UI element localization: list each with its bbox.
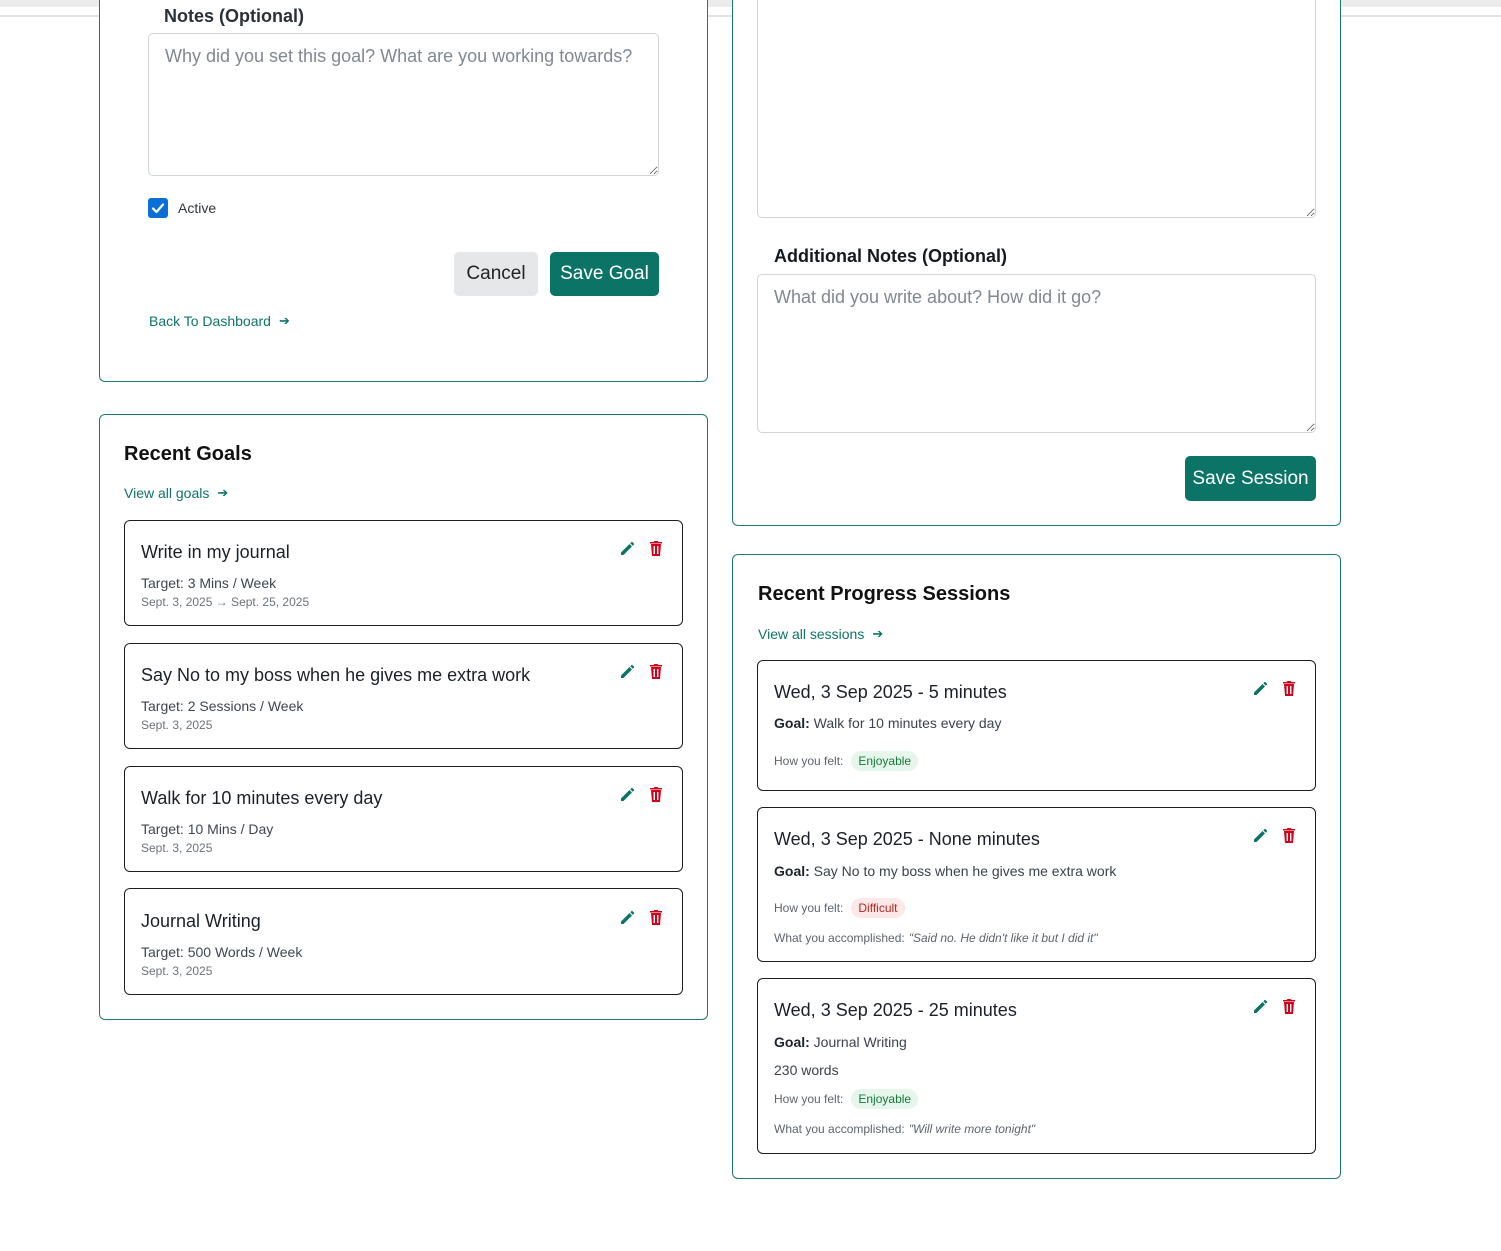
felt-prefix: How you felt: [774,901,844,915]
session-felt-row: How you felt: Difficult [774,898,905,918]
back-to-dashboard-link[interactable]: Back To Dashboard ➔ [149,313,290,329]
session-title: Wed, 3 Sep 2025 - None minutes [774,829,1040,849]
trash-icon[interactable] [646,538,666,558]
session-description-textarea[interactable] [757,0,1316,218]
pencil-icon[interactable] [1251,825,1271,845]
goal-date: Sept. 3, 2025 [141,964,213,978]
felt-prefix: How you felt: [774,754,844,768]
save-session-button[interactable]: Save Session [1185,456,1316,501]
session-goal-line: Goal: Walk for 10 minutes every day [774,715,1001,731]
goal-title: Write in my journal [141,542,290,562]
recent-goals-title: Recent Goals [124,443,252,465]
accomplished-prefix: What you accomplished: [774,931,905,945]
goal-title: Journal Writing [141,911,261,931]
pencil-icon[interactable] [618,538,638,558]
goal-prefix: Goal: [774,715,810,731]
session-title: Wed, 3 Sep 2025 - 5 minutes [774,682,1007,702]
accomplished-prefix: What you accomplished: [774,1122,905,1136]
arrow-right-icon: ➔ [278,313,290,328]
goal-target: Target: 10 Mins / Day [141,821,274,837]
session-goal: Walk for 10 minutes every day [813,715,1002,731]
accomplished-text: "Will write more tonight" [908,1122,1036,1136]
session-goal-line: Goal: Say No to my boss when he gives me… [774,863,1116,879]
session-accomplished-row: What you accomplished: "Will write more … [774,1122,1035,1136]
view-all-goals-link[interactable]: View all goals ➔ [124,485,228,501]
cancel-button[interactable]: Cancel [454,252,538,296]
active-label: Active [178,200,217,216]
view-all-goals-label: View all goals [124,485,210,501]
session-card: Wed, 3 Sep 2025 - 25 minutes Goal: Journ… [757,978,1316,1154]
recent-sessions-title: Recent Progress Sessions [758,583,1011,605]
active-checkbox-row[interactable]: Active [148,198,216,218]
arrow-right-icon: ➔ [872,626,884,641]
trash-icon[interactable] [1279,996,1299,1016]
trash-icon[interactable] [1279,825,1299,845]
pencil-icon[interactable] [1251,678,1271,698]
goal-date: Sept. 3, 2025 [141,841,213,855]
session-felt-row: How you felt: Enjoyable [774,1089,919,1109]
session-goal-line: Goal: Journal Writing [774,1034,907,1050]
session-card: Wed, 3 Sep 2025 - 5 minutes Goal: Walk f… [757,660,1316,791]
goal-target: Target: 500 Words / Week [141,944,303,960]
goal-target: Target: 2 Sessions / Week [141,698,304,714]
notes-label: Notes (Optional) [164,6,304,26]
trash-icon[interactable] [646,784,666,804]
active-checkbox[interactable] [148,198,168,218]
goal-card: Write in my journal Target: 3 Mins / Wee… [124,520,683,626]
goal-card: Journal Writing Target: 500 Words / Week… [124,888,683,995]
goal-card: Say No to my boss when he gives me extra… [124,643,683,749]
checkmark-icon [151,203,165,214]
view-all-sessions-label: View all sessions [758,626,865,642]
goal-date: Sept. 3, 2025 → Sept. 25, 2025 [141,595,310,609]
session-card: Wed, 3 Sep 2025 - None minutes Goal: Say… [757,807,1316,962]
additional-notes-textarea[interactable] [757,274,1316,433]
pencil-icon[interactable] [618,661,638,681]
trash-icon[interactable] [646,661,666,681]
pencil-icon[interactable] [618,784,638,804]
session-goal: Say No to my boss when he gives me extra… [813,863,1117,879]
goal-prefix: Goal: [774,863,810,879]
trash-icon[interactable] [1279,678,1299,698]
accomplished-text: "Said no. He didn't like it but I did it… [908,931,1098,945]
felt-badge: Enjoyable [851,751,919,771]
felt-badge: Enjoyable [851,1089,919,1109]
trash-icon[interactable] [646,907,666,927]
goal-notes-textarea[interactable] [148,33,659,176]
session-title: Wed, 3 Sep 2025 - 25 minutes [774,1000,1017,1020]
pencil-icon[interactable] [1251,996,1271,1016]
session-words: 230 words [774,1062,839,1078]
session-accomplished-row: What you accomplished: "Said no. He didn… [774,931,1098,945]
pencil-icon[interactable] [618,907,638,927]
additional-notes-label: Additional Notes (Optional) [774,246,1007,266]
back-to-dashboard-label: Back To Dashboard [149,313,271,329]
view-all-sessions-link[interactable]: View all sessions ➔ [758,626,883,642]
goal-prefix: Goal: [774,1034,810,1050]
save-goal-button[interactable]: Save Goal [550,252,659,296]
felt-badge: Difficult [851,898,905,918]
goal-title: Say No to my boss when he gives me extra… [141,665,531,685]
felt-prefix: How you felt: [774,1092,844,1106]
goal-title: Walk for 10 minutes every day [141,788,383,808]
goal-date: Sept. 3, 2025 [141,718,213,732]
goal-target: Target: 3 Mins / Week [141,575,277,591]
arrow-right-icon: ➔ [217,485,229,500]
session-goal: Journal Writing [813,1034,907,1050]
goal-card: Walk for 10 minutes every day Target: 10… [124,766,683,872]
session-felt-row: How you felt: Enjoyable [774,751,919,771]
